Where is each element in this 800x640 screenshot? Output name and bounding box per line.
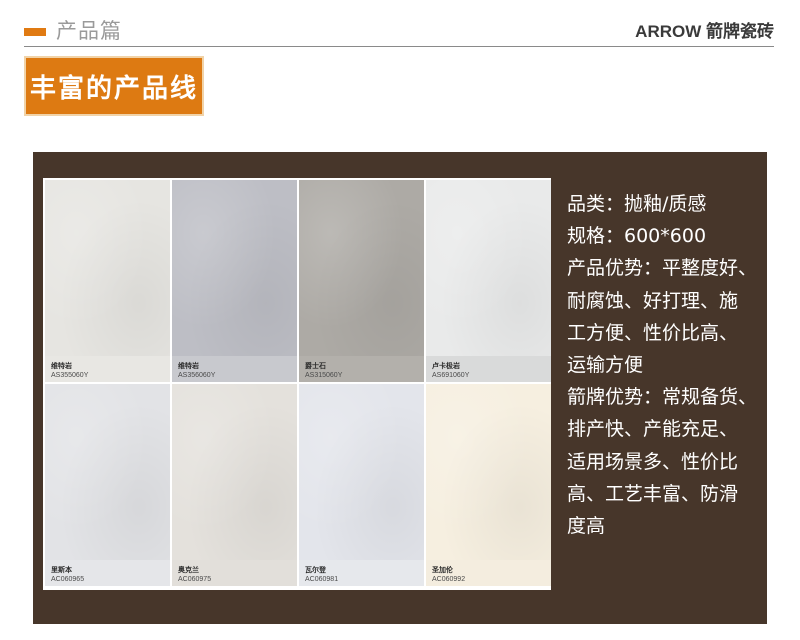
tile-caption: 维特岩 AS356060Y [172, 356, 297, 382]
tile-caption: 里斯本 AC060965 [45, 560, 170, 586]
tile-caption: 圣加伦 AC060992 [426, 560, 551, 586]
info-line: 产品优势：平整度好、 [567, 257, 758, 280]
tile-code: AS355060Y [51, 371, 89, 379]
tile-swatch [299, 180, 424, 356]
tile-caption: 卢卡极岩 AS691060Y [426, 356, 551, 382]
info-line: 规格：600*600 [567, 225, 707, 248]
tile-swatch [426, 384, 551, 560]
tile-name: 维特岩 [51, 361, 72, 370]
info-line: 度高 [567, 515, 606, 538]
tile-caption: 瓦尔登 AC060981 [299, 560, 424, 586]
tile-caption: 奥克兰 AC060975 [172, 560, 297, 586]
info-line: 适用场景多、性价比 [567, 450, 739, 473]
tile-name: 圣加伦 [432, 565, 453, 574]
tile-code: AS691060Y [432, 371, 470, 379]
header-accent-bar [24, 28, 46, 36]
info-line: 高、工艺丰富、防滑 [567, 482, 739, 505]
brand-logo-text: ARROW 箭牌瓷砖 [635, 22, 774, 41]
tile-name: 里斯本 [51, 565, 72, 574]
product-tile[interactable]: 卢卡极岩 AS691060Y [426, 180, 551, 382]
tile-name: 奥克兰 [178, 565, 199, 574]
info-line: 工方便、性价比高、 [567, 321, 739, 344]
page-title: 丰富的产品线 [29, 73, 198, 104]
product-tile[interactable]: 圣加伦 AC060992 [426, 384, 551, 586]
tile-name: 维特岩 [178, 361, 199, 370]
info-line: 箭牌优势：常规备货、 [567, 386, 758, 409]
info-line: 品类：抛釉/质感 [567, 193, 707, 215]
tile-code: AS356060Y [178, 371, 216, 379]
tile-caption: 爵士石 AS315060Y [299, 356, 424, 382]
product-grid: 维特岩 AS355060Y 维特岩 AS356060Y 爵士石 AS315060… [43, 178, 551, 590]
tile-code: AC060992 [432, 575, 466, 583]
section-label: 产品篇 [56, 19, 122, 43]
page-title-box: 丰富的产品线 [24, 56, 204, 116]
tile-code: AS315060Y [305, 371, 343, 379]
tile-swatch [45, 180, 170, 356]
tile-code: AC060981 [305, 575, 339, 583]
tile-name: 瓦尔登 [305, 565, 326, 574]
tile-name: 爵士石 [305, 361, 326, 370]
tile-caption: 维特岩 AS355060Y [45, 356, 170, 382]
tile-swatch [172, 180, 297, 356]
info-line: 耐腐蚀、好打理、施 [567, 289, 739, 312]
product-tile[interactable]: 爵士石 AS315060Y [299, 180, 424, 382]
tile-swatch [172, 384, 297, 560]
header-divider [24, 46, 774, 47]
product-tile[interactable]: 瓦尔登 AC060981 [299, 384, 424, 586]
tile-code: AC060965 [51, 575, 85, 583]
tile-code: AC060975 [178, 575, 212, 583]
info-line: 运输方便 [567, 354, 644, 377]
product-tile[interactable]: 里斯本 AC060965 [45, 384, 170, 586]
product-panel: 维特岩 AS355060Y 维特岩 AS356060Y 爵士石 AS315060… [33, 152, 767, 624]
product-tile[interactable]: 维特岩 AS356060Y [172, 180, 297, 382]
product-tile[interactable]: 奥克兰 AC060975 [172, 384, 297, 586]
tile-swatch [299, 384, 424, 560]
tile-swatch [45, 384, 170, 560]
product-info: 品类：抛釉/质感 规格：600*600 产品优势：平整度好、 耐腐蚀、好打理、施… [567, 188, 763, 542]
tile-swatch [426, 180, 551, 356]
tile-name: 卢卡极岩 [432, 361, 460, 370]
product-tile[interactable]: 维特岩 AS355060Y [45, 180, 170, 382]
info-line: 排产快、产能充足、 [567, 418, 739, 441]
